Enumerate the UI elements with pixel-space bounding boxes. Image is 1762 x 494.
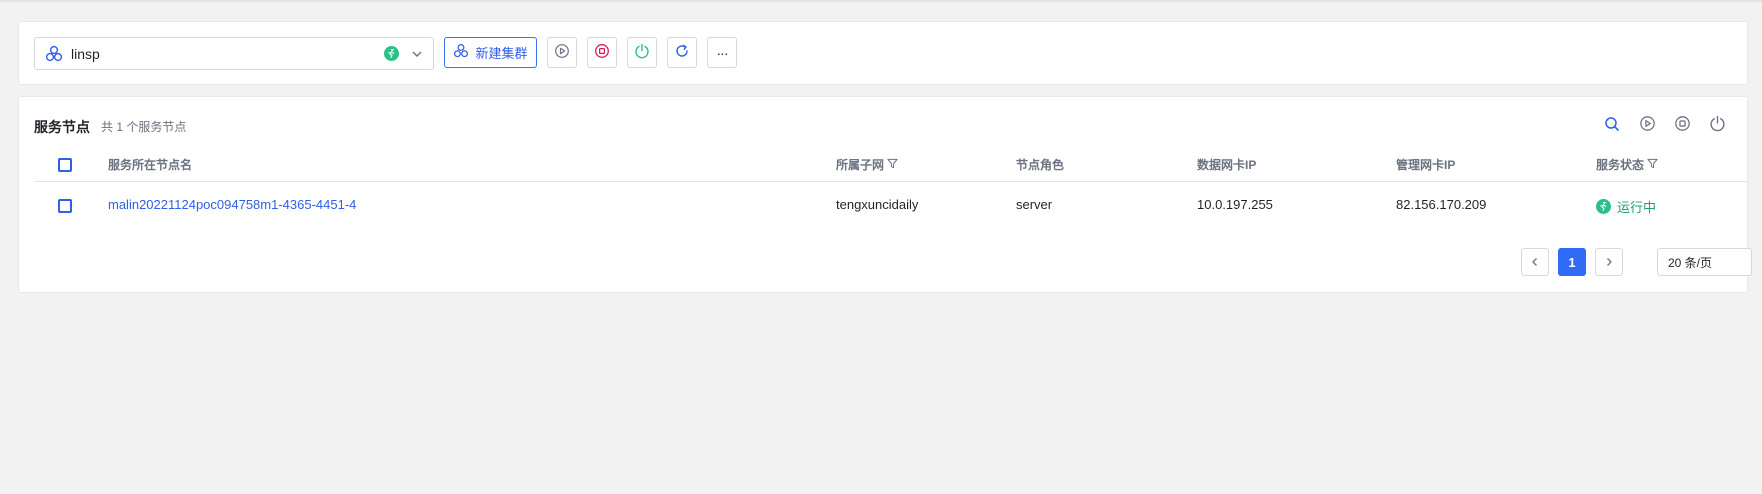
search-button[interactable] bbox=[1603, 116, 1621, 134]
next-page-button[interactable] bbox=[1595, 248, 1623, 276]
new-cluster-label: 新建集群 bbox=[475, 46, 528, 61]
stop-nodes-button[interactable] bbox=[1673, 116, 1691, 134]
row-checkbox[interactable] bbox=[58, 199, 72, 213]
refresh-icon bbox=[674, 43, 690, 62]
start-nodes-button[interactable] bbox=[1638, 116, 1656, 134]
cluster-toolbar: linsp 新建集群 ··· bbox=[18, 21, 1748, 85]
node-name-link[interactable]: malin20221124poc094758m1-4365-4451-4 bbox=[108, 197, 356, 212]
cluster-select[interactable]: linsp bbox=[34, 37, 434, 70]
stop-icon bbox=[594, 43, 610, 62]
top-shadow bbox=[0, 0, 1762, 3]
column-role: 节点角色 bbox=[1016, 158, 1065, 172]
mgmt-ip-cell: 82.156.170.209 bbox=[1396, 197, 1487, 212]
header-divider bbox=[34, 181, 1749, 182]
role-cell: server bbox=[1016, 197, 1053, 212]
chevron-right-icon bbox=[1604, 254, 1614, 270]
chevron-down-icon bbox=[411, 48, 423, 60]
more-icon: ··· bbox=[716, 44, 729, 61]
cluster-name: linsp bbox=[71, 45, 100, 62]
section-count: 共 1 个服务节点 bbox=[101, 120, 187, 134]
status-badge: 运行中 bbox=[1596, 197, 1656, 216]
more-button[interactable]: ··· bbox=[707, 37, 737, 68]
play-icon bbox=[1639, 115, 1656, 135]
power-nodes-button[interactable] bbox=[1708, 115, 1726, 135]
running-icon bbox=[1596, 199, 1611, 214]
service-nodes-panel: 服务节点 共 1 个服务节点 服务所在节点名 所属子网 节点角色 数据网卡IP … bbox=[18, 96, 1752, 293]
column-subnet: 所属子网 bbox=[836, 156, 898, 173]
new-cluster-button[interactable]: 新建集群 bbox=[444, 37, 537, 68]
filter-icon[interactable] bbox=[1647, 158, 1658, 172]
column-data-ip: 数据网卡IP bbox=[1197, 158, 1257, 172]
power-icon bbox=[1709, 115, 1726, 135]
add-cluster-icon bbox=[453, 43, 469, 62]
play-icon bbox=[554, 43, 570, 62]
section-title: 服务节点 bbox=[34, 119, 90, 135]
column-status: 服务状态 bbox=[1596, 156, 1658, 173]
stop-icon bbox=[1674, 115, 1691, 135]
column-mgmt-ip: 管理网卡IP bbox=[1396, 158, 1456, 172]
refresh-button[interactable] bbox=[667, 37, 697, 68]
chevron-left-icon bbox=[1530, 254, 1540, 270]
column-node-name: 服务所在节点名 bbox=[108, 158, 193, 172]
cluster-icon bbox=[45, 45, 63, 63]
page-1-button[interactable]: 1 bbox=[1558, 248, 1586, 276]
filter-icon[interactable] bbox=[887, 158, 898, 172]
prev-page-button[interactable] bbox=[1521, 248, 1549, 276]
power-icon bbox=[634, 43, 650, 62]
stop-cluster-button[interactable] bbox=[587, 37, 617, 68]
start-cluster-button[interactable] bbox=[547, 37, 577, 68]
page-size-select[interactable]: 20 条/页 bbox=[1657, 248, 1752, 276]
status-text: 运行中 bbox=[1617, 200, 1657, 215]
search-icon bbox=[1604, 116, 1620, 135]
subnet-cell: tengxuncidaily bbox=[836, 197, 919, 212]
select-all-checkbox[interactable] bbox=[58, 158, 72, 172]
running-icon bbox=[384, 46, 399, 61]
power-cluster-button[interactable] bbox=[627, 37, 657, 68]
data-ip-cell: 10.0.197.255 bbox=[1197, 197, 1273, 212]
